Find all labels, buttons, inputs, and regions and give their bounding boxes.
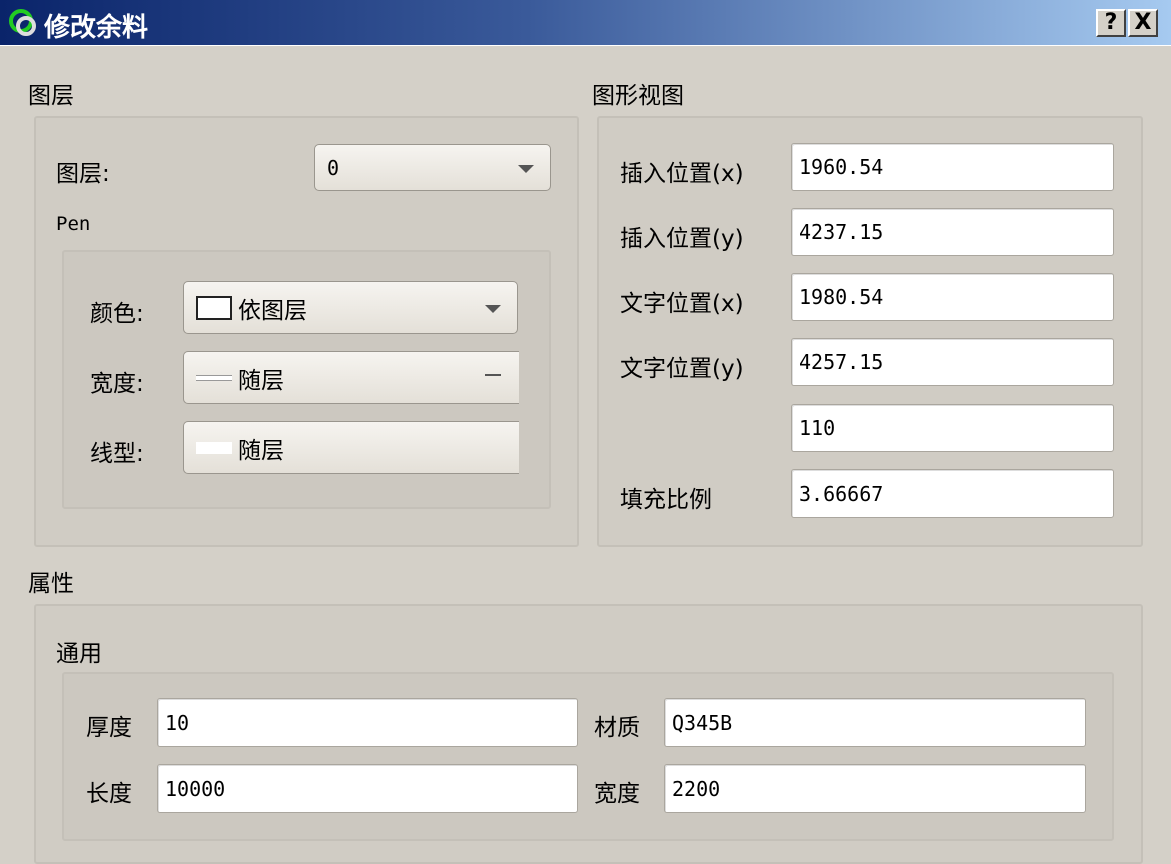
plate-width-input[interactable]: 2200	[664, 764, 1086, 813]
app-icon	[9, 9, 36, 36]
linetype-select[interactable]: 随层	[183, 421, 519, 474]
width-select[interactable]: 随层	[183, 351, 519, 404]
layer-value: 0	[327, 155, 340, 180]
linetype-label: 线型:	[90, 441, 144, 467]
fill-scale-label: 填充比例	[620, 487, 712, 513]
text-x-input[interactable]: 1980.54	[791, 273, 1114, 321]
title-bar[interactable]: 修改余料 ? X	[0, 0, 1171, 46]
chevron-down-icon	[518, 164, 534, 173]
text-x-label: 文字位置(x)	[620, 291, 744, 317]
insert-y-input[interactable]: 4237.15	[791, 208, 1114, 256]
thickness-label: 厚度	[86, 715, 132, 741]
fill-scale-input[interactable]: 3.66667	[791, 469, 1114, 518]
layer-select[interactable]: 0	[314, 144, 551, 191]
length-input[interactable]: 10000	[157, 764, 578, 813]
color-label: 颜色:	[90, 301, 144, 327]
width-value: 随层	[238, 367, 284, 394]
insert-x-label: 插入位置(x)	[620, 161, 744, 187]
line-width-icon	[196, 374, 232, 381]
color-value: 依图层	[238, 297, 307, 324]
view-group-heading: 图形视图	[592, 83, 684, 109]
linetype-value: 随层	[238, 437, 284, 464]
text-y-label: 文字位置(y)	[620, 356, 744, 382]
width-label: 宽度:	[90, 371, 144, 397]
general-heading: 通用	[56, 641, 102, 667]
pen-label: Pen	[56, 213, 91, 235]
help-button[interactable]: ?	[1096, 9, 1126, 37]
layer-group-heading: 图层	[28, 83, 74, 109]
dash-icon	[485, 374, 501, 376]
window-title: 修改余料	[44, 13, 149, 43]
linetype-icon	[196, 441, 232, 454]
props-group-heading: 属性	[28, 571, 74, 597]
length-label: 长度	[86, 781, 132, 807]
insert-x-input[interactable]: 1960.54	[791, 143, 1114, 191]
color-swatch-icon	[196, 295, 232, 320]
color-select[interactable]: 依图层	[183, 281, 518, 334]
chevron-down-icon	[485, 304, 501, 313]
thickness-input[interactable]: 10	[157, 698, 578, 747]
insert-y-label: 插入位置(y)	[620, 226, 744, 252]
material-input[interactable]: Q345B	[664, 698, 1086, 747]
plate-width-label: 宽度	[594, 781, 640, 807]
unlabeled-input[interactable]: 110	[791, 404, 1114, 452]
material-label: 材质	[594, 715, 640, 741]
text-y-input[interactable]: 4257.15	[791, 338, 1114, 386]
close-button[interactable]: X	[1128, 9, 1158, 37]
layer-label: 图层:	[56, 161, 110, 187]
